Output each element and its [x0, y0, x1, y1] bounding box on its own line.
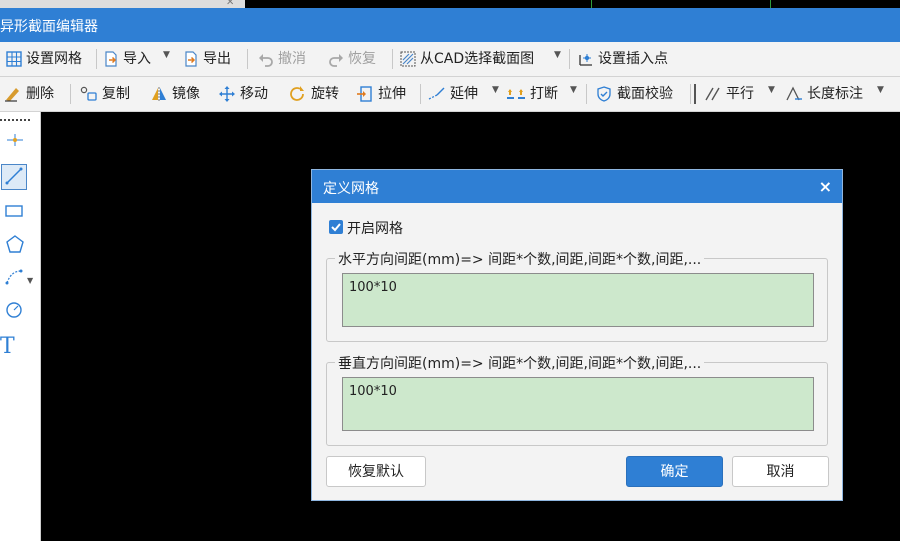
export-button[interactable]: 导出: [183, 49, 231, 69]
polygon-tool-icon: [6, 235, 24, 253]
toolbar-separator: [586, 84, 587, 104]
window-top-edge: ✕: [0, 0, 900, 8]
rotate-icon: [290, 86, 304, 101]
break-icon: [507, 89, 525, 99]
length-dimension-dropdown-arrow[interactable]: ▼: [877, 85, 884, 95]
toolbar-separator: [420, 84, 421, 104]
toolbar-separator: [392, 49, 393, 69]
text-tool-icon[interactable]: T: [0, 334, 30, 362]
redo-button[interactable]: 恢复: [328, 49, 376, 69]
stretch-icon: [357, 86, 372, 102]
enable-grid-checkbox[interactable]: [329, 220, 343, 234]
toolbar-separator: [70, 84, 71, 104]
rectangle-tool-icon: [5, 205, 23, 217]
break-button[interactable]: 打断: [506, 84, 558, 104]
undo-button[interactable]: 撤消: [258, 49, 306, 69]
horizontal-spacing-group: 水平方向间距(mm)=> 间距*个数,间距,间距*个数,间距,... 100*1…: [326, 249, 828, 342]
drawing-tools-panel: ▼ T: [0, 112, 41, 541]
dialog-title-bar: 定义网格 ×: [312, 170, 842, 203]
vertical-spacing-group: 垂直方向间距(mm)=> 间距*个数,间距,间距*个数,间距,... 100*1…: [326, 353, 828, 446]
cad-select-dropdown-arrow[interactable]: ▼: [554, 50, 561, 60]
import-icon: [105, 51, 117, 67]
cad-select-icon: [400, 51, 416, 67]
mirror-icon: [152, 87, 166, 101]
import-dropdown-arrow[interactable]: ▼: [163, 50, 170, 60]
mirror-button[interactable]: 镜像: [150, 84, 200, 104]
background-window-edge: [0, 0, 245, 8]
toolbar-grip: [694, 84, 696, 104]
toolbar-main: 设置网格 导入 ▼ 导出 撤消 恢复 从CAD选择截面图 ▼ 设置插入点: [0, 42, 900, 77]
vertical-spacing-input[interactable]: 100*10: [342, 377, 814, 431]
grid-icon: [6, 51, 22, 67]
toolbar-separator: [247, 49, 248, 69]
toolbar-separator: [690, 84, 691, 104]
app-title-bar: 异形截面编辑器: [0, 8, 900, 42]
redo-icon: [329, 54, 343, 67]
arc-tool-button[interactable]: [0, 267, 30, 295]
panel-grip: [0, 119, 30, 121]
extend-dropdown-arrow[interactable]: ▼: [492, 85, 499, 95]
move-button[interactable]: 移动: [218, 84, 268, 104]
undo-icon: [259, 54, 273, 67]
circle-tool-button[interactable]: [0, 300, 30, 328]
enable-grid-label[interactable]: 开启网格: [347, 218, 403, 238]
length-dimension-icon: [786, 86, 802, 101]
point-tool-icon: [7, 134, 23, 146]
arc-tool-icon: [5, 269, 23, 285]
toolbar-edit: 删除 复制 镜像 移动 旋转 拉伸 延伸 ▼ 打断 ▼ 截面校验 平行 ▼ 长度…: [0, 77, 900, 112]
section-check-button[interactable]: 截面校验: [595, 84, 673, 104]
dialog-title: 定义网格: [323, 181, 379, 197]
copy-icon: [80, 86, 97, 101]
section-check-icon: [597, 86, 611, 102]
copy-button[interactable]: 复制: [80, 84, 130, 104]
app-title: 异形截面编辑器: [0, 19, 98, 35]
canvas-green-line: [591, 0, 592, 8]
stretch-button[interactable]: 拉伸: [356, 84, 406, 104]
close-icon[interactable]: ×: [819, 177, 832, 196]
cancel-button[interactable]: 取消: [732, 456, 829, 487]
point-tool-button[interactable]: [0, 130, 30, 158]
export-icon: [185, 51, 197, 67]
checkmark-icon: [331, 223, 341, 232]
toolbar-separator: [569, 49, 570, 69]
line-tool-button[interactable]: [1, 164, 27, 190]
delete-icon: [5, 88, 19, 102]
break-dropdown-arrow[interactable]: ▼: [570, 85, 577, 95]
delete-button[interactable]: 删除: [4, 84, 54, 104]
horizontal-spacing-legend: 水平方向间距(mm)=> 间距*个数,间距,间距*个数,间距,...: [335, 249, 705, 269]
ok-button[interactable]: 确定: [626, 456, 723, 487]
line-tool-icon: [5, 167, 23, 185]
set-insert-point-button[interactable]: 设置插入点: [578, 49, 668, 69]
length-dimension-button[interactable]: 长度标注: [785, 84, 863, 104]
reset-default-button[interactable]: 恢复默认: [326, 456, 426, 487]
horizontal-spacing-input[interactable]: 100*10: [342, 273, 814, 327]
extend-button[interactable]: 延伸: [428, 84, 478, 104]
circle-tool-icon: [6, 302, 22, 318]
import-button[interactable]: 导入: [103, 49, 151, 69]
set-grid-button[interactable]: 设置网格: [6, 49, 82, 69]
arc-tool-dropdown-arrow[interactable]: ▼: [27, 276, 33, 285]
insert-point-icon: [579, 54, 592, 66]
toolbar-separator: [96, 49, 97, 69]
rectangle-tool-button[interactable]: [0, 200, 30, 228]
define-grid-dialog: 定义网格 × 开启网格 水平方向间距(mm)=> 间距*个数,间距,间距*个数,…: [311, 169, 843, 501]
parallel-button[interactable]: 平行: [704, 84, 754, 104]
move-icon: [219, 86, 235, 102]
polygon-tool-button[interactable]: [0, 234, 30, 262]
rotate-button[interactable]: 旋转: [289, 84, 339, 104]
background-close-icon: ✕: [226, 0, 235, 8]
parallel-dropdown-arrow[interactable]: ▼: [768, 85, 775, 95]
canvas-green-line: [770, 0, 771, 8]
vertical-spacing-legend: 垂直方向间距(mm)=> 间距*个数,间距,间距*个数,间距,...: [335, 353, 705, 373]
cad-select-button[interactable]: 从CAD选择截面图: [400, 49, 534, 69]
extend-icon: [428, 87, 445, 100]
parallel-icon: [705, 87, 720, 101]
